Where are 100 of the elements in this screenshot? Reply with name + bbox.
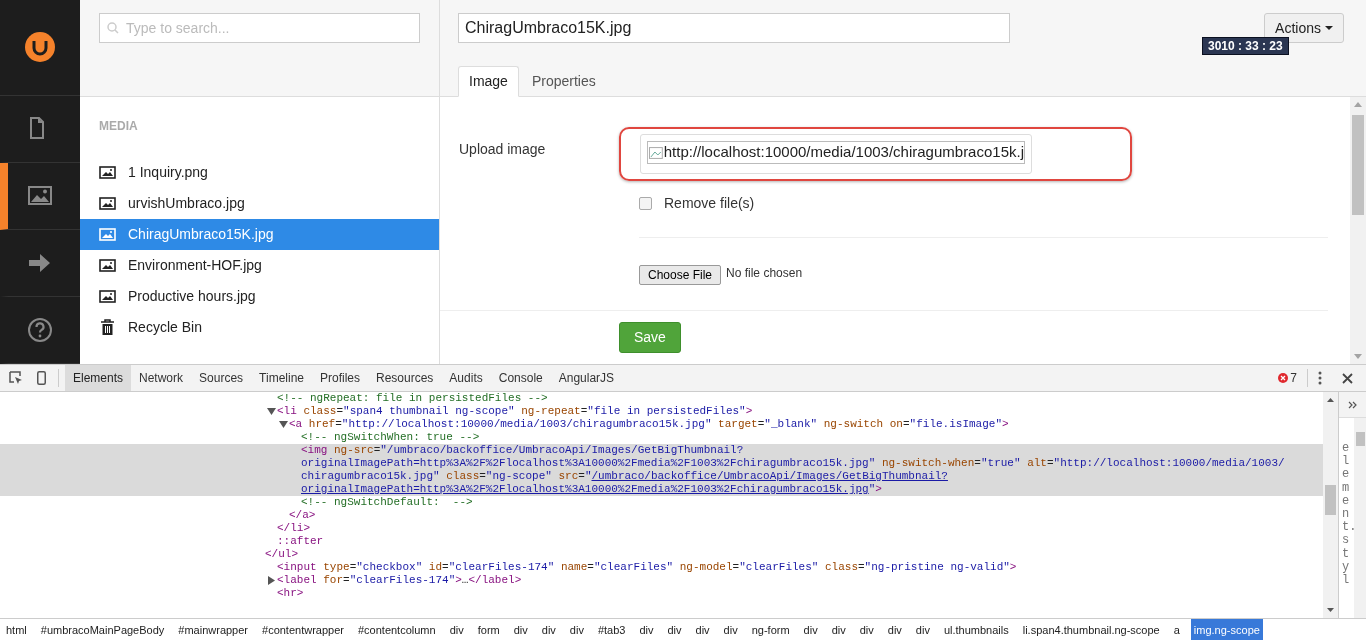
image-icon (99, 166, 116, 179)
breadcrumb-item[interactable]: div (636, 618, 657, 640)
code-line: ::after (277, 535, 324, 547)
breadcrumb-item[interactable]: li.span4.thumbnail.ng-scope (1019, 618, 1163, 640)
code-line: <input type="checkbox" id="clearFiles-174" name="clearFiles" ng-model="clearFiles" class="ng-pristine ng-valid"> (277, 561, 1017, 573)
code-link[interactable]: /umbraco/backoffice/UmbracoApi/Images/GetBigThumbnail? (591, 470, 948, 482)
breadcrumb-item[interactable]: div (692, 618, 713, 640)
close-icon[interactable] (1342, 372, 1353, 384)
tree-item[interactable]: 1 Inquiry.png (80, 157, 439, 188)
breadcrumb-item[interactable]: ul.thumbnails (940, 618, 1012, 640)
breadcrumb-item[interactable]: div (566, 618, 587, 640)
devtools-tab[interactable]: AngularJS (550, 365, 623, 391)
breadcrumb-item[interactable]: div (828, 618, 849, 640)
code-line: originalImagePath=http%3A%2F%2Flocalhost%3A10000%2Fmedia%2F1003%2Fchiragumbraco15k.jpg"> (301, 483, 882, 495)
choose-file-button[interactable]: Choose File (639, 265, 722, 285)
alt-text: http://localhost:10000/media/1003/chiragumbraco15k.j (663, 142, 1024, 163)
name-field[interactable]: ChiragUmbraco15K.jpg (458, 13, 1010, 43)
code-line: </li> (277, 522, 310, 534)
breadcrumb-item[interactable]: div (720, 618, 741, 640)
search-field[interactable]: Type to search... (99, 13, 420, 43)
breadcrumb-item[interactable]: div (884, 618, 905, 640)
breadcrumb-item[interactable]: #contentwrapper (259, 618, 347, 640)
device-icon[interactable] (37, 371, 46, 385)
code-line: <img ng-src="/umbraco/backoffice/UmbracoApi/Images/GetBigThumbnail? (301, 444, 744, 456)
code-scrollbar[interactable] (1323, 392, 1338, 618)
breadcrumb-item[interactable]: img.ng-scope (1190, 618, 1263, 640)
devtools-tab[interactable]: Audits (441, 365, 491, 391)
breadcrumb-item[interactable]: div (538, 618, 559, 640)
checkbox-label[interactable]: Remove file(s) (664, 192, 755, 214)
code-line: <li class="span4 thumbnail ng-scope" ng-repeat="file in persistedFiles"> (277, 405, 753, 417)
code-line: chiragumbraco15k.jpg" class="ng-scope" src="/umbraco/backoffice/UmbracoApi/Images/GetBigThumbnail? (301, 470, 948, 482)
tree-item[interactable]: Recycle Bin (80, 312, 439, 343)
disclosure-triangle-icon[interactable] (279, 420, 288, 429)
breadcrumb-item[interactable]: #mainwrapper (175, 618, 251, 640)
scroll-down-icon[interactable] (1327, 608, 1334, 612)
code-line: </ul> (265, 548, 298, 560)
tree-item[interactable]: urvishUmbraco.jpg (80, 188, 439, 219)
error-count[interactable]: 7 (1278, 369, 1297, 387)
image-icon (99, 197, 116, 210)
expand-icon[interactable] (1348, 400, 1357, 409)
scrollbar[interactable] (1350, 97, 1366, 364)
devtools-tab[interactable]: Elements (65, 365, 132, 391)
trash-icon (99, 319, 116, 336)
editor-tab[interactable]: Properties (520, 66, 607, 96)
image-thumbnail[interactable]: http://localhost:10000/media/1003/chiragumbraco15k.j (640, 134, 1032, 174)
tree-heading: MEDIA (98, 118, 139, 135)
breadcrumb-item[interactable]: div (912, 618, 933, 640)
breadcrumb-item[interactable]: #umbracoMainPageBody (37, 618, 168, 640)
breadcrumb-item[interactable]: a (1170, 618, 1183, 640)
help-icon (28, 317, 52, 342)
devtools-tab[interactable]: Timeline (251, 365, 312, 391)
broken-image-icon (648, 144, 664, 161)
error-icon (1278, 373, 1289, 383)
disclosure-triangle-icon[interactable] (267, 576, 276, 585)
breadcrumb-item[interactable]: #tab3 (594, 618, 629, 640)
scroll-thumb[interactable] (1355, 432, 1365, 446)
field-label: Upload image (459, 140, 547, 159)
devtools-tab[interactable]: Network (131, 365, 192, 391)
styles-panel-label: element.styl (1342, 442, 1354, 589)
image-icon (99, 290, 116, 303)
code-line: <label for="clearFiles-174">…</label> (277, 574, 522, 586)
more-icon[interactable] (1318, 371, 1322, 385)
devtools-tab[interactable]: Resources (368, 365, 442, 391)
image-icon (28, 183, 52, 208)
file-status: No file chosen (726, 265, 803, 282)
code-line: <!-- ngSwitchWhen: true --> (301, 431, 480, 443)
tree-item[interactable]: Environment-HOF.jpg (80, 250, 439, 281)
devtools-tab[interactable]: Sources (191, 365, 252, 391)
tree-item[interactable]: ChiragUmbraco15K.jpg (80, 219, 439, 250)
caret-icon (1325, 26, 1333, 30)
tree-item[interactable]: Productive hours.jpg (80, 281, 439, 312)
scroll-thumb[interactable] (1325, 485, 1336, 515)
logo-icon[interactable] (25, 32, 55, 63)
code-line: <hr> (277, 587, 304, 599)
code-line: </a> (289, 509, 316, 521)
breadcrumb-item[interactable]: form (474, 618, 503, 640)
scroll-up-icon[interactable] (1327, 398, 1334, 402)
code-line: <a href="http://localhost:10000/media/1003/chiragumbraco15k.jpg" target="_blank" ng-switch on="file.isImage"> (289, 418, 1009, 430)
scroll-thumb[interactable] (1352, 115, 1364, 215)
devtools-tab[interactable]: Profiles (312, 365, 368, 391)
breadcrumb-item[interactable]: #contentcolumn (354, 618, 439, 640)
breadcrumb-item[interactable]: div (856, 618, 877, 640)
checkbox[interactable] (639, 196, 652, 210)
image-icon (99, 259, 116, 272)
breadcrumb-item[interactable]: div (800, 618, 821, 640)
code-line: originalImagePath=http%3A%2F%2Flocalhost%3A10000%2Fmedia%2F1003%2Fchiragumbraco15k.jpg" ng-switch-when="true" alt="http://localhost:10000/media/1003/ (301, 457, 1285, 469)
editor-tab[interactable]: Image (458, 66, 519, 97)
breadcrumb-item[interactable]: html (3, 618, 30, 640)
disclosure-triangle-icon[interactable] (267, 407, 276, 416)
breadcrumb-item[interactable]: ng-form (748, 618, 793, 640)
timer-badge: 3010 : 33 : 23 (1202, 37, 1289, 55)
breadcrumb-item[interactable]: div (664, 618, 685, 640)
devtools-tab[interactable]: Console (490, 365, 551, 391)
image-icon (99, 228, 116, 241)
breadcrumb-item[interactable]: div (446, 618, 467, 640)
code-line: <!-- ngSwitchDefault: --> (301, 496, 473, 508)
breadcrumb-item[interactable]: div (510, 618, 531, 640)
search-icon (107, 22, 119, 34)
code-link[interactable]: originalImagePath=http%3A%2F%2Flocalhost%3A10000%2Fmedia%2F1003%2Fchiragumbraco15k.jpg (301, 483, 869, 495)
inspect-icon[interactable] (9, 371, 23, 385)
